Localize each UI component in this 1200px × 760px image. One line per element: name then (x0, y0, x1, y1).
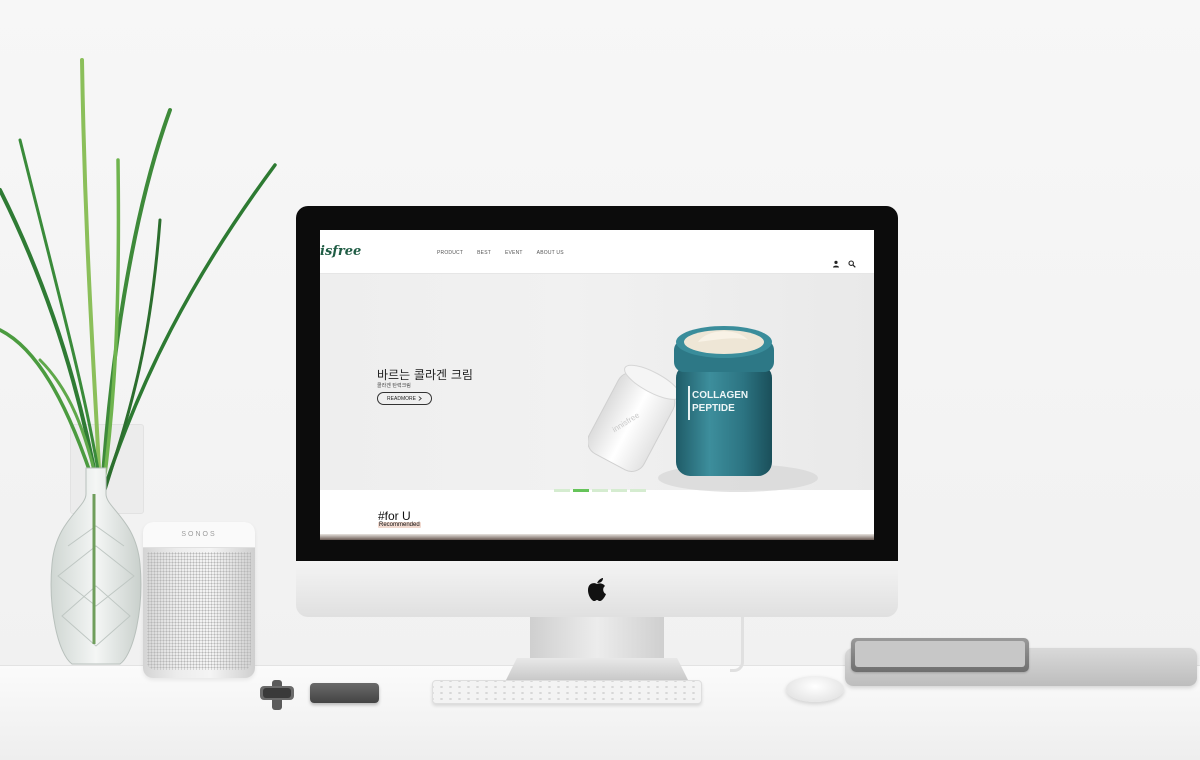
keyboard-image (432, 680, 702, 704)
hero-title: 바르는 콜라겐 크림 (377, 368, 473, 382)
speaker-image: SONOS (143, 522, 255, 678)
site-logo[interactable]: isfree (320, 244, 361, 259)
slider-dot-active[interactable] (573, 489, 589, 492)
monitor-stand-foot (506, 658, 688, 680)
recommended-label: Recommended (378, 522, 421, 528)
nav-event[interactable]: EVENT (505, 250, 523, 256)
monitor-chin (296, 561, 898, 617)
hero-banner: 바르는 콜라겐 크림 콜라겐 탄력크림 READMORE innisfree C… (320, 274, 874, 492)
slider-dot[interactable] (554, 489, 570, 492)
smartphone-image (310, 683, 379, 703)
user-icon[interactable] (832, 260, 840, 268)
power-cable (730, 616, 744, 672)
slider-dot[interactable] (592, 489, 608, 492)
glass-vase-image (50, 467, 142, 665)
slider-dot[interactable] (630, 489, 646, 492)
nav-product[interactable]: PRODUCT (437, 250, 463, 256)
jar-text-line-1: COLLAGEN (692, 390, 748, 401)
speaker-grille (147, 552, 251, 670)
search-icon[interactable] (848, 260, 856, 268)
tablet-screen (855, 641, 1025, 667)
mouse-image (786, 676, 844, 702)
website-screen: isfree PRODUCT BEST EVENT ABOUT US 바르는 콜… (320, 230, 874, 540)
smartwatch-image (260, 680, 294, 710)
collagen-cream-product-image: innisfree COLLAGEN PEPTIDE (588, 326, 818, 492)
jar-text-line-2: PEPTIDE (692, 403, 735, 414)
nav-best[interactable]: BEST (477, 250, 491, 256)
tablet-image (851, 638, 1029, 672)
read-more-label: READMORE (387, 395, 416, 402)
header-icons (832, 260, 856, 268)
monitor-stand-neck (530, 617, 664, 662)
speaker-top: SONOS (143, 522, 255, 548)
nav-about-us[interactable]: ABOUT US (537, 250, 564, 256)
screen-bottom-edge (320, 534, 874, 540)
for-u-heading: #for U (378, 509, 411, 523)
site-header: isfree PRODUCT BEST EVENT ABOUT US (320, 230, 874, 274)
slider-dots (554, 489, 646, 492)
read-more-button[interactable]: READMORE (377, 392, 432, 405)
main-nav: PRODUCT BEST EVENT ABOUT US (437, 250, 564, 256)
plant-leaves-image (0, 58, 277, 492)
slider-dot[interactable] (611, 489, 627, 492)
speaker-brand-label: SONOS (181, 531, 217, 538)
chevron-right-icon (418, 396, 422, 401)
hero-subtitle: 콜라겐 탄력크림 (377, 383, 411, 389)
apple-logo-icon (588, 578, 606, 601)
